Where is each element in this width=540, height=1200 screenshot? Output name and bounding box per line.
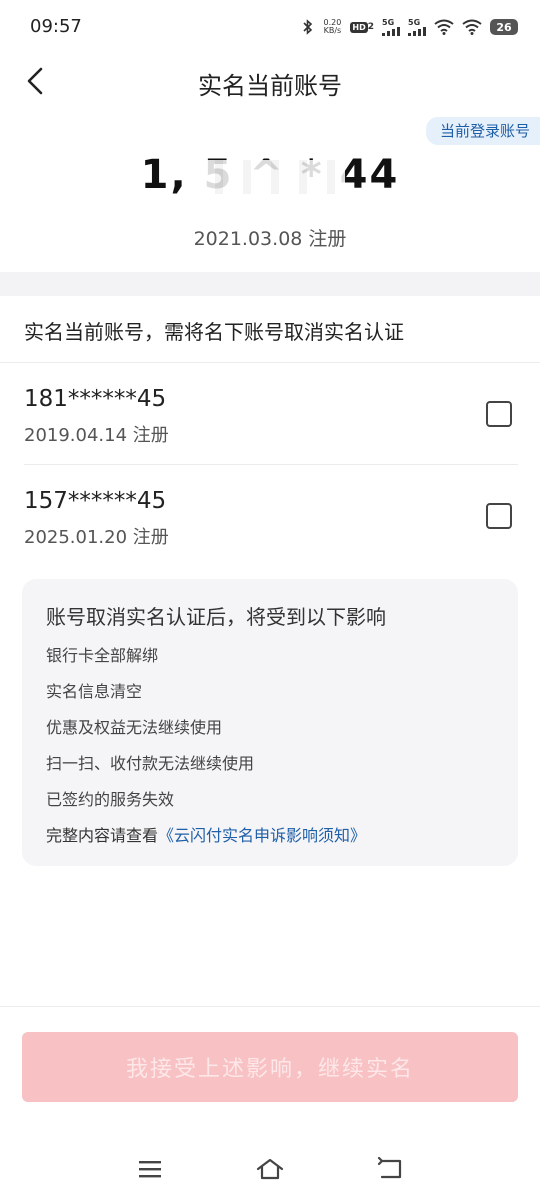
impact-item: 实名信息清空 (46, 682, 143, 701)
impact-more-prefix: 完整内容请查看 (46, 826, 159, 845)
section-heading: 实名当前账号，需将名下账号取消实名认证 (24, 320, 404, 344)
current-account-registered: 2021.03.08 注册 (193, 228, 347, 250)
page-title: 实名当前账号 (198, 72, 342, 100)
status-bar: 09:57 0.20 KB/s HD 2 5G 5G 26 (0, 0, 540, 56)
impact-title: 账号取消实名认证后，将受到以下影响 (46, 605, 386, 629)
signal-5g-2: 5G (408, 18, 426, 36)
system-nav-bar (0, 1140, 540, 1200)
impact-item: 优惠及权益无法继续使用 (46, 718, 223, 737)
account-number: 157******45 (24, 488, 167, 514)
back-icon (377, 1157, 402, 1179)
network-speed: 0.20 KB/s (323, 18, 342, 35)
divider (0, 1006, 540, 1007)
system-back-button[interactable] (373, 1152, 407, 1186)
continue-button[interactable]: 我接受上述影响，继续实名 (22, 1032, 518, 1102)
divider (0, 362, 540, 363)
divider (24, 464, 518, 465)
account-number: 181******45 (24, 386, 167, 412)
impact-more-row: 完整内容请查看《云闪付实名申诉影响须知》 (46, 822, 366, 846)
status-time: 09:57 (30, 16, 82, 37)
signal-bars-icon (382, 26, 400, 36)
home-button[interactable] (253, 1152, 287, 1186)
current-login-badge: 当前登录账号 (425, 117, 540, 145)
hd-voice-badge: HD 2 (350, 21, 374, 33)
status-icons: 0.20 KB/s HD 2 5G 5G 26 (302, 14, 518, 40)
nav-bar: 实名当前账号 (0, 56, 540, 106)
appeal-notice-link[interactable]: 《云闪付实名申诉影响须知》 (158, 826, 366, 845)
impact-item: 扫一扫、收付款无法继续使用 (46, 754, 255, 773)
account-item[interactable]: 157******45 2025.01.20 注册 (0, 466, 540, 566)
battery-indicator: 26 (490, 19, 518, 35)
account-checkbox[interactable] (486, 503, 512, 529)
menu-icon (139, 1161, 161, 1178)
home-icon (256, 1158, 284, 1180)
section-separator (0, 272, 540, 296)
impact-item: 已签约的服务失效 (46, 790, 175, 809)
account-checkbox[interactable] (486, 401, 512, 427)
signal-bars-icon (408, 26, 426, 36)
bluetooth-icon (302, 19, 314, 35)
menu-button[interactable] (133, 1152, 167, 1186)
account-registered: 2019.04.14 注册 (24, 425, 169, 446)
signal-5g-1: 5G (382, 18, 400, 36)
redaction-overlay (205, 160, 345, 194)
account-registered: 2025.01.20 注册 (24, 527, 169, 548)
wifi-icon (462, 19, 482, 35)
impact-notice: 账号取消实名认证后，将受到以下影响 银行卡全部解绑 实名信息清空 优惠及权益无法… (22, 579, 518, 866)
account-item[interactable]: 181******45 2019.04.14 注册 (0, 364, 540, 464)
wifi-icon (434, 19, 454, 35)
impact-item: 银行卡全部解绑 (46, 646, 159, 665)
